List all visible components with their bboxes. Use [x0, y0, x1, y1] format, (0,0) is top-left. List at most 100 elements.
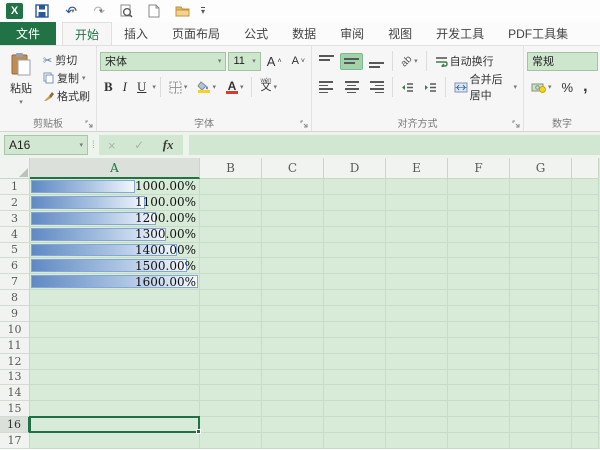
cell-partial8[interactable]	[572, 290, 599, 306]
cell-E11[interactable]	[386, 338, 448, 354]
copy-button[interactable]: 复制 ▾	[39, 69, 94, 87]
cell-D7[interactable]	[324, 274, 386, 290]
row-header-2[interactable]: 2	[0, 195, 30, 211]
cell-A13[interactable]	[30, 370, 200, 386]
cell-G14[interactable]	[510, 385, 572, 401]
cell-G5[interactable]	[510, 243, 572, 259]
cell-G11[interactable]	[510, 338, 572, 354]
column-header-partial[interactable]	[572, 158, 599, 179]
percent-style-button[interactable]: %	[558, 78, 578, 97]
cell-A17[interactable]	[30, 433, 200, 449]
accounting-format-button[interactable]: ▾	[527, 80, 556, 95]
tab-开始[interactable]: 开始	[62, 22, 112, 45]
cell-E9[interactable]	[386, 306, 448, 322]
cell-A14[interactable]	[30, 385, 200, 401]
cell-E16[interactable]	[386, 417, 448, 433]
cell-B11[interactable]	[200, 338, 262, 354]
cell-F13[interactable]	[448, 370, 510, 386]
clipboard-dialog-launcher[interactable]	[85, 120, 94, 129]
tab-公式[interactable]: 公式	[232, 22, 280, 45]
cell-B8[interactable]	[200, 290, 262, 306]
cell-F14[interactable]	[448, 385, 510, 401]
cell-partial6[interactable]	[572, 258, 599, 274]
cell-F8[interactable]	[448, 290, 510, 306]
cell-F16[interactable]	[448, 417, 510, 433]
cell-F2[interactable]	[448, 195, 510, 211]
cell-B3[interactable]	[200, 211, 262, 227]
row-header-5[interactable]: 5	[0, 243, 30, 259]
cell-C5[interactable]	[262, 243, 324, 259]
cell-D10[interactable]	[324, 322, 386, 338]
cell-D17[interactable]	[324, 433, 386, 449]
cell-C1[interactable]	[262, 179, 324, 195]
cell-C14[interactable]	[262, 385, 324, 401]
cell-E5[interactable]	[386, 243, 448, 259]
cell-C8[interactable]	[262, 290, 324, 306]
cell-A2[interactable]: 1100.00%	[30, 195, 200, 211]
cell-B15[interactable]	[200, 401, 262, 417]
align-left-button[interactable]	[315, 79, 338, 95]
cell-A11[interactable]	[30, 338, 200, 354]
cell-A6[interactable]: 1500.00%	[30, 258, 200, 274]
save-icon[interactable]	[33, 3, 51, 19]
cell-G15[interactable]	[510, 401, 572, 417]
cell-partial15[interactable]	[572, 401, 599, 417]
cell-E6[interactable]	[386, 258, 448, 274]
cell-D13[interactable]	[324, 370, 386, 386]
cell-partial17[interactable]	[572, 433, 599, 449]
cell-F4[interactable]	[448, 227, 510, 243]
orientation-button[interactable]: ab ▾	[397, 54, 422, 69]
font-name-combo[interactable]: 宋体 ▾	[100, 52, 226, 71]
cut-button[interactable]: ✂ 剪切	[39, 51, 94, 69]
cancel-icon[interactable]: ×	[108, 138, 116, 153]
cell-E12[interactable]	[386, 354, 448, 370]
column-header-D[interactable]: D	[324, 158, 386, 179]
cell-D5[interactable]	[324, 243, 386, 259]
fill-color-button[interactable]: ▾	[193, 79, 220, 95]
cell-C12[interactable]	[262, 354, 324, 370]
cell-F11[interactable]	[448, 338, 510, 354]
cell-partial11[interactable]	[572, 338, 599, 354]
cell-E15[interactable]	[386, 401, 448, 417]
align-right-button[interactable]	[365, 79, 388, 95]
cell-B10[interactable]	[200, 322, 262, 338]
cell-E7[interactable]	[386, 274, 448, 290]
cell-G8[interactable]	[510, 290, 572, 306]
number-format-combo[interactable]: 常规	[527, 52, 598, 71]
top-align-button[interactable]	[315, 53, 338, 70]
cell-partial10[interactable]	[572, 322, 599, 338]
cell-E13[interactable]	[386, 370, 448, 386]
cell-C2[interactable]	[262, 195, 324, 211]
column-header-F[interactable]: F	[448, 158, 510, 179]
cell-D4[interactable]	[324, 227, 386, 243]
cell-B1[interactable]	[200, 179, 262, 195]
cell-B16[interactable]	[200, 417, 262, 433]
cell-G7[interactable]	[510, 274, 572, 290]
cell-A5[interactable]: 1400.00%	[30, 243, 200, 259]
decrease-indent-button[interactable]	[397, 80, 418, 95]
cell-F15[interactable]	[448, 401, 510, 417]
cell-G1[interactable]	[510, 179, 572, 195]
cell-E2[interactable]	[386, 195, 448, 211]
print-preview-icon[interactable]	[117, 3, 135, 19]
cell-C15[interactable]	[262, 401, 324, 417]
cell-partial12[interactable]	[572, 354, 599, 370]
cell-partial3[interactable]	[572, 211, 599, 227]
cell-D2[interactable]	[324, 195, 386, 211]
cell-C3[interactable]	[262, 211, 324, 227]
cell-D8[interactable]	[324, 290, 386, 306]
cell-D12[interactable]	[324, 354, 386, 370]
cell-G17[interactable]	[510, 433, 572, 449]
cell-A16[interactable]	[30, 417, 200, 433]
cell-F7[interactable]	[448, 274, 510, 290]
cell-A9[interactable]	[30, 306, 200, 322]
cell-partial9[interactable]	[572, 306, 599, 322]
cell-D16[interactable]	[324, 417, 386, 433]
row-header-13[interactable]: 13	[0, 370, 30, 386]
decrease-font-size-button[interactable]: A˅	[288, 53, 309, 69]
cell-G4[interactable]	[510, 227, 572, 243]
cell-C16[interactable]	[262, 417, 324, 433]
cell-F3[interactable]	[448, 211, 510, 227]
row-header-17[interactable]: 17	[0, 433, 30, 449]
customize-qat-icon[interactable]: ▾	[201, 7, 205, 15]
